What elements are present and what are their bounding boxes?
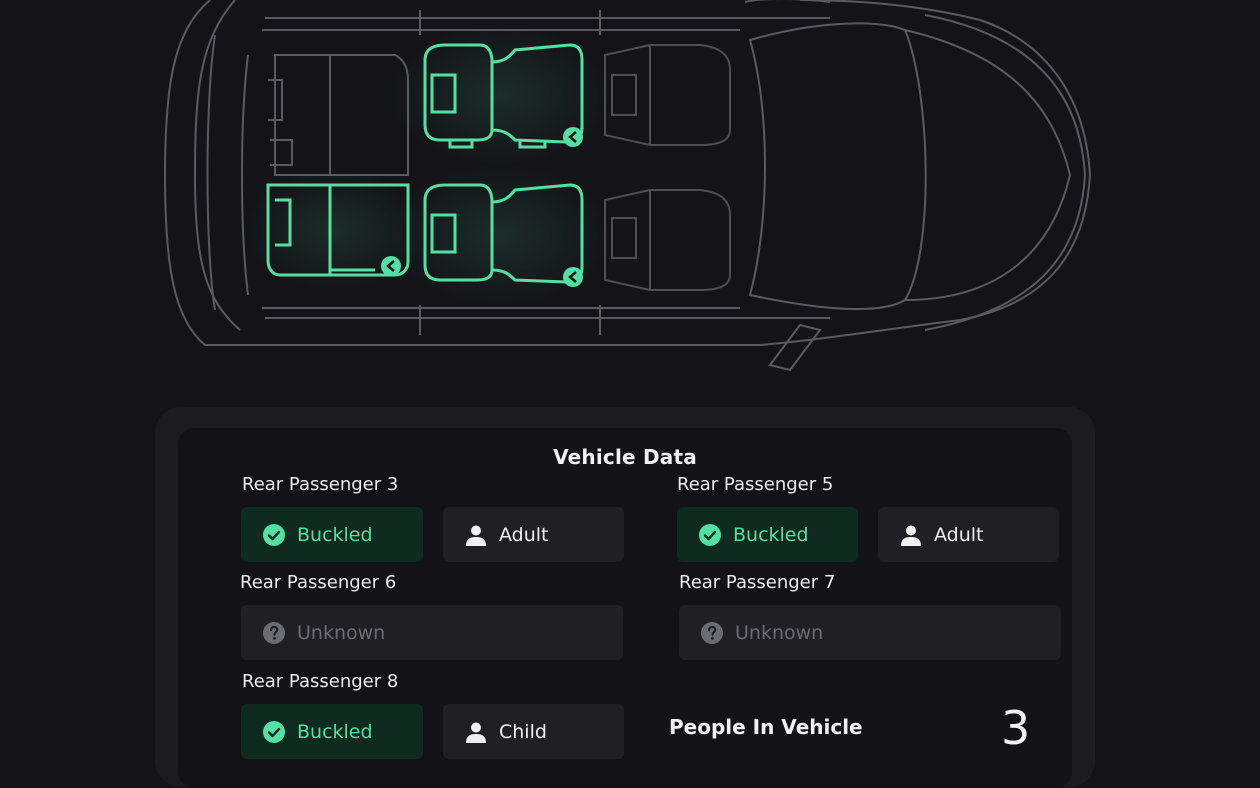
passenger-5-type: Adult — [934, 523, 984, 546]
passenger-3-status-chip[interactable]: Buckled — [241, 507, 423, 562]
question-circle-icon — [263, 621, 285, 644]
person-icon — [466, 525, 486, 546]
check-circle-icon — [263, 523, 285, 546]
panel-title: Vehicle Data — [553, 445, 697, 469]
passenger-8-type: Child — [499, 720, 547, 743]
front-seat-right — [604, 189, 731, 291]
check-circle-icon — [699, 523, 721, 546]
passenger-3-type-chip[interactable]: Adult — [443, 507, 624, 562]
seat-3-badge-icon — [563, 127, 583, 147]
person-icon — [901, 525, 921, 546]
passenger-5-label: Rear Passenger 5 — [677, 474, 834, 495]
passenger-3-status: Buckled — [297, 523, 373, 546]
passenger-6-status-chip[interactable]: Unknown — [241, 605, 623, 660]
seat-5-badge-icon — [563, 267, 583, 287]
passenger-5-status-chip[interactable]: Buckled — [677, 507, 858, 562]
passenger-8-label: Rear Passenger 8 — [242, 671, 399, 692]
passenger-8-status-chip[interactable]: Buckled — [241, 704, 423, 759]
question-circle-icon — [701, 621, 723, 644]
check-circle-icon — [263, 720, 285, 743]
passenger-7-label: Rear Passenger 7 — [679, 572, 836, 593]
front-seat-left — [604, 44, 731, 146]
people-in-vehicle-label: People In Vehicle — [669, 715, 863, 739]
people-in-vehicle-count: 3 — [1001, 701, 1031, 755]
passenger-7-status-chip[interactable]: Unknown — [679, 605, 1061, 660]
passenger-6-label: Rear Passenger 6 — [240, 572, 397, 593]
passenger-8-status: Buckled — [297, 720, 373, 743]
seat-8-badge-icon — [381, 256, 401, 276]
passenger-8-type-chip[interactable]: Child — [443, 704, 624, 759]
passenger-3-type: Adult — [499, 523, 549, 546]
passenger-5-type-chip[interactable]: Adult — [878, 507, 1059, 562]
passenger-6-status: Unknown — [297, 621, 386, 644]
passenger-5-status: Buckled — [733, 523, 809, 546]
passenger-7-status: Unknown — [735, 621, 824, 644]
passenger-3-label: Rear Passenger 3 — [242, 474, 399, 495]
vehicle-seat-diagram — [163, 0, 1092, 372]
person-icon — [466, 722, 486, 743]
